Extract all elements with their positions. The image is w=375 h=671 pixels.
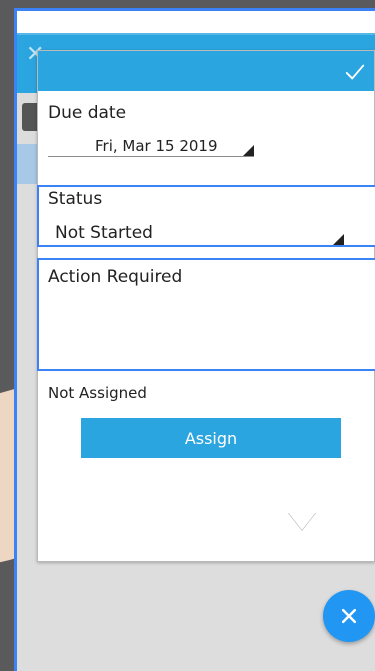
dialog-header: [38, 51, 374, 91]
action-required-field[interactable]: Action Required: [37, 258, 375, 371]
due-date-dropdown-icon[interactable]: [243, 145, 254, 156]
check-icon: [345, 64, 365, 80]
task-dialog: Due date Fri, Mar 15 2019 Status Not Sta…: [37, 50, 375, 562]
due-date-value[interactable]: Fri, Mar 15 2019: [95, 137, 218, 155]
status-bar: [17, 11, 375, 33]
close-icon: [341, 608, 357, 624]
status-value[interactable]: Not Started: [55, 223, 153, 243]
status-label: Status: [48, 189, 103, 209]
confirm-button[interactable]: [342, 59, 368, 85]
screen: ✕ Due date Fri, Mar 15 2019 Status Not S…: [0, 0, 375, 671]
dialog-pointer: [288, 512, 316, 530]
status-field[interactable]: Status Not Started: [37, 185, 375, 247]
due-date-underline: [48, 156, 254, 157]
assignee-text: Not Assigned: [48, 384, 147, 402]
assign-button[interactable]: Assign: [81, 418, 341, 458]
status-dropdown-icon[interactable]: [333, 234, 344, 245]
close-fab[interactable]: [323, 590, 375, 642]
action-required-label: Action Required: [48, 267, 183, 287]
due-date-label: Due date: [48, 103, 127, 123]
